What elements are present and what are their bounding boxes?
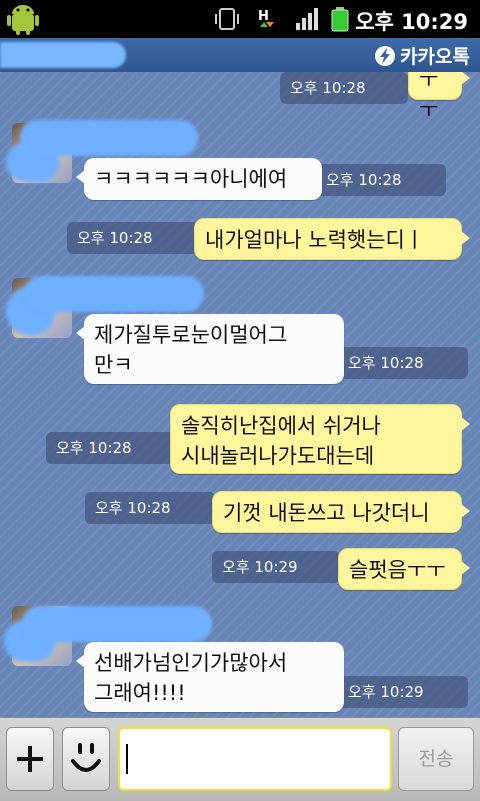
message-text-line1: 선배가넘인기가많아서 [94,651,288,675]
message-timestamp: 오후 10:28 [67,222,199,254]
android-icon [7,5,39,35]
message-timestamp: 오후 10:28 [280,72,408,104]
message-text: 내가얼마나 노력햇는디ㅣ [205,228,425,252]
kakaotalk-logo-icon [375,45,396,66]
message-timestamp: 오후 10:29 [338,676,468,708]
input-bar: 전송 [0,717,480,801]
sender-name-redacted [24,276,204,312]
app-brand: 카카오톡 [374,42,470,69]
vibrate-icon [215,8,239,30]
my-message-bubble[interactable]: 기껏 내돈쓰고 나갓더니 [212,491,470,533]
my-message-bubble[interactable]: 솔직히난집에서 쉬거나 시내놀러나가도대는데 [170,404,470,474]
status-time: 오후 10:29 [355,10,468,34]
title-bar: 카카오톡 [0,38,480,73]
send-button[interactable]: 전송 [398,727,474,791]
svg-text:H: H [258,9,269,24]
their-message-bubble[interactable]: ㅋㅋㅋㅋㅋㅋ아니에여 [76,158,322,200]
message-text-line2: 만ㅋ [94,353,133,377]
app-name: 카카오톡 [400,46,470,68]
signal-icon [296,8,318,30]
message-text: 슬펏음ㅜㅜ [349,558,446,582]
plus-icon [17,746,43,772]
chat-area[interactable]: 오후 10:28 ㅜㅜ 오후 10:28 ㅋㅋㅋㅋㅋㅋ아니에여 오후 10:28… [0,72,480,717]
battery-icon [331,7,349,32]
message-timestamp: 오후 10:29 [212,551,340,583]
my-message-bubble[interactable]: 내가얼마나 노력햇는디ㅣ [194,218,470,260]
message-timestamp: 오후 10:28 [338,347,468,379]
my-message-bubble[interactable]: ㅜㅜ [408,72,470,122]
message-text-line2: 시내놀러나가도대는데 [181,444,375,468]
message-timestamp: 오후 10:28 [85,492,215,524]
their-message-bubble[interactable]: 제가질투로눈이멀어그 만ㅋ [76,314,344,384]
their-message-bubble[interactable]: 선배가넘인기가많아서 그래여!!!! [76,642,344,712]
sender-name-redacted [20,120,198,156]
emoticon-button[interactable] [62,727,110,791]
message-input[interactable] [118,727,392,791]
chat-partner-name-redacted [0,42,126,68]
message-timestamp: 오후 10:28 [316,164,446,196]
text-cursor [126,744,128,774]
message-text: ㅜㅜ [419,72,439,122]
h-data-icon: H [258,9,274,27]
attach-button[interactable] [6,727,54,791]
message-timestamp: 오후 10:28 [46,432,174,464]
sender-name-redacted [22,606,212,642]
message-text-line2: 그래여!!!! [94,681,186,705]
message-text-line1: 제가질투로눈이멀어그 [94,323,288,347]
message-text-line1: 솔직히난집에서 쉬거나 [181,414,381,438]
message-text: 기껏 내돈쓰고 나갓더니 [223,501,430,525]
smiley-icon [71,743,101,772]
status-bar: H 오후 10:29 [0,0,480,38]
message-text: ㅋㅋㅋㅋㅋㅋ아니에여 [94,167,288,191]
my-message-bubble[interactable]: 슬펏음ㅜㅜ [338,548,470,590]
